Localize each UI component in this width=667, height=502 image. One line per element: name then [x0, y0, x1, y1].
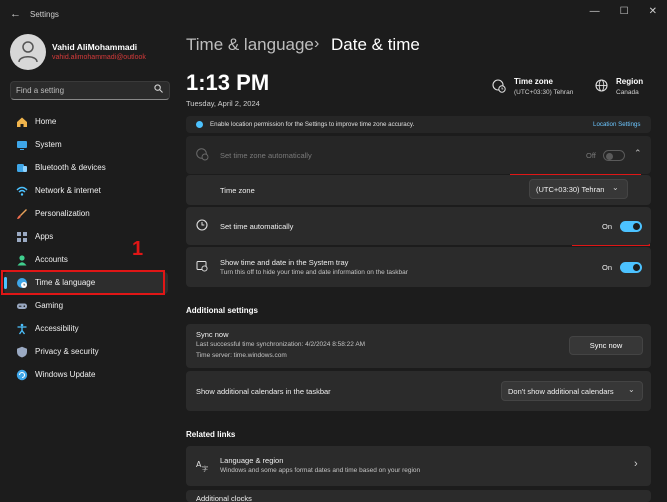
timezone-label: Time zone — [220, 186, 255, 195]
additional-clocks-title: Additional clocks — [196, 494, 252, 502]
window-controls: — ☐ ✕ — [590, 6, 657, 17]
auto-time-toggle[interactable] — [620, 221, 642, 232]
avatar[interactable] — [10, 34, 46, 70]
minimize-icon[interactable]: — — [590, 6, 600, 17]
auto-time-label: Set time automatically — [220, 222, 294, 231]
system-icon — [17, 141, 27, 150]
search-placeholder: Find a setting — [16, 86, 65, 95]
sidebar-item-accounts[interactable]: Accounts — [4, 249, 168, 271]
maximize-icon[interactable]: ☐ — [620, 6, 629, 17]
location-settings-link[interactable]: Location Settings — [593, 121, 640, 128]
sidebar-item-personalization[interactable]: Personalization — [4, 203, 168, 225]
svg-text:字: 字 — [202, 465, 208, 472]
current-time: 1:13 PM — [186, 70, 270, 95]
calendars-dropdown-value: Don't show additional calendars — [508, 387, 614, 396]
region-summary-title: Region — [616, 77, 644, 86]
window-title: Settings — [30, 10, 59, 19]
timezone-summary-title: Time zone — [514, 77, 553, 86]
person-icon — [18, 41, 38, 63]
sidebar-item-windows-update[interactable]: Windows Update — [4, 364, 168, 386]
sidebar-item-accessibility[interactable]: Accessibility — [4, 318, 168, 340]
timezone-dropdown-value: (UTC+03:30) Tehran — [536, 185, 605, 194]
timezone-icon — [492, 79, 506, 93]
auto-timezone-toggle[interactable] — [603, 150, 625, 161]
sync-now-button[interactable]: Sync now — [569, 336, 643, 355]
language-region-link[interactable] — [186, 446, 651, 486]
language-region-title: Language & region — [220, 456, 284, 465]
wifi-icon — [16, 186, 28, 196]
language-region-icon: A 字 — [196, 460, 208, 472]
additional-clocks-link[interactable] — [186, 490, 651, 502]
user-name: Vahid AliMohammadi — [52, 42, 138, 52]
calendars-label: Show additional calendars in the taskbar — [196, 387, 331, 396]
user-email: vahid.alimohammadi@outlook — [52, 54, 146, 61]
systray-state: On — [602, 263, 613, 272]
title-bar — [0, 0, 667, 28]
language-region-description: Windows and some apps format dates and t… — [220, 467, 421, 474]
breadcrumb-separator: › — [314, 35, 320, 52]
auto-timezone-label: Set time zone automatically — [220, 151, 312, 160]
sidebar-item-gaming[interactable]: Gaming — [4, 295, 168, 317]
systray-row — [186, 247, 651, 287]
bluetooth-icon — [17, 164, 27, 172]
calendar-clock-icon — [196, 261, 208, 272]
sync-last-time: Last successful time synchronization: 4/… — [196, 341, 366, 348]
gamepad-icon — [17, 303, 27, 309]
systray-description: Turn this off to hide your time and date… — [220, 269, 408, 276]
auto-time-state: On — [602, 222, 613, 231]
additional-settings-heading: Additional settings — [186, 306, 258, 315]
back-arrow-icon[interactable]: ← — [10, 8, 21, 20]
timezone-summary-value: (UTC+03:30) Tehran — [514, 89, 574, 96]
accessibility-icon — [17, 323, 27, 335]
region-summary-value: Canada — [616, 89, 639, 96]
clock-icon — [196, 219, 208, 231]
globe-clock-disabled-icon — [196, 148, 209, 161]
chevron-up-icon[interactable]: ⌃ — [634, 148, 642, 159]
current-date: Tuesday, April 2, 2024 — [186, 99, 260, 108]
sync-server: Time server: time.windows.com — [196, 352, 287, 359]
info-icon — [196, 121, 203, 128]
region-globe-icon — [595, 79, 608, 92]
home-icon — [17, 117, 27, 127]
chevron-down-icon: ⌄ — [628, 385, 635, 394]
chevron-right-icon: › — [634, 458, 638, 470]
brush-icon — [17, 209, 27, 219]
sidebar-item-system[interactable]: System — [4, 134, 168, 156]
systray-toggle[interactable] — [620, 262, 642, 273]
sidebar-item-network[interactable]: Network & internet — [4, 180, 168, 202]
sidebar-item-bluetooth[interactable]: Bluetooth & devices — [4, 157, 168, 179]
annotation-number-1: 1 — [132, 238, 144, 260]
related-links-heading: Related links — [186, 430, 236, 439]
update-icon — [16, 369, 28, 381]
search-icon[interactable] — [154, 84, 163, 95]
breadcrumb-parent[interactable]: Time & language — [186, 35, 314, 55]
close-icon[interactable]: ✕ — [649, 6, 657, 17]
auto-timezone-state: Off — [586, 151, 596, 160]
account-icon — [17, 255, 27, 266]
sidebar-item-privacy[interactable]: Privacy & security — [4, 341, 168, 363]
sidebar-item-home[interactable]: Home — [4, 111, 168, 133]
chevron-down-icon: ⌄ — [612, 183, 619, 192]
systray-label: Show time and date in the System tray — [220, 258, 349, 267]
sidebar-item-apps[interactable]: Apps — [4, 226, 168, 248]
apps-icon — [17, 232, 27, 242]
shield-icon — [17, 346, 27, 358]
annotation-box-1 — [1, 270, 165, 295]
page-title: Date & time — [331, 35, 420, 54]
info-text: Enable location permission for the Setti… — [210, 121, 415, 128]
sync-title: Sync now — [196, 330, 229, 339]
